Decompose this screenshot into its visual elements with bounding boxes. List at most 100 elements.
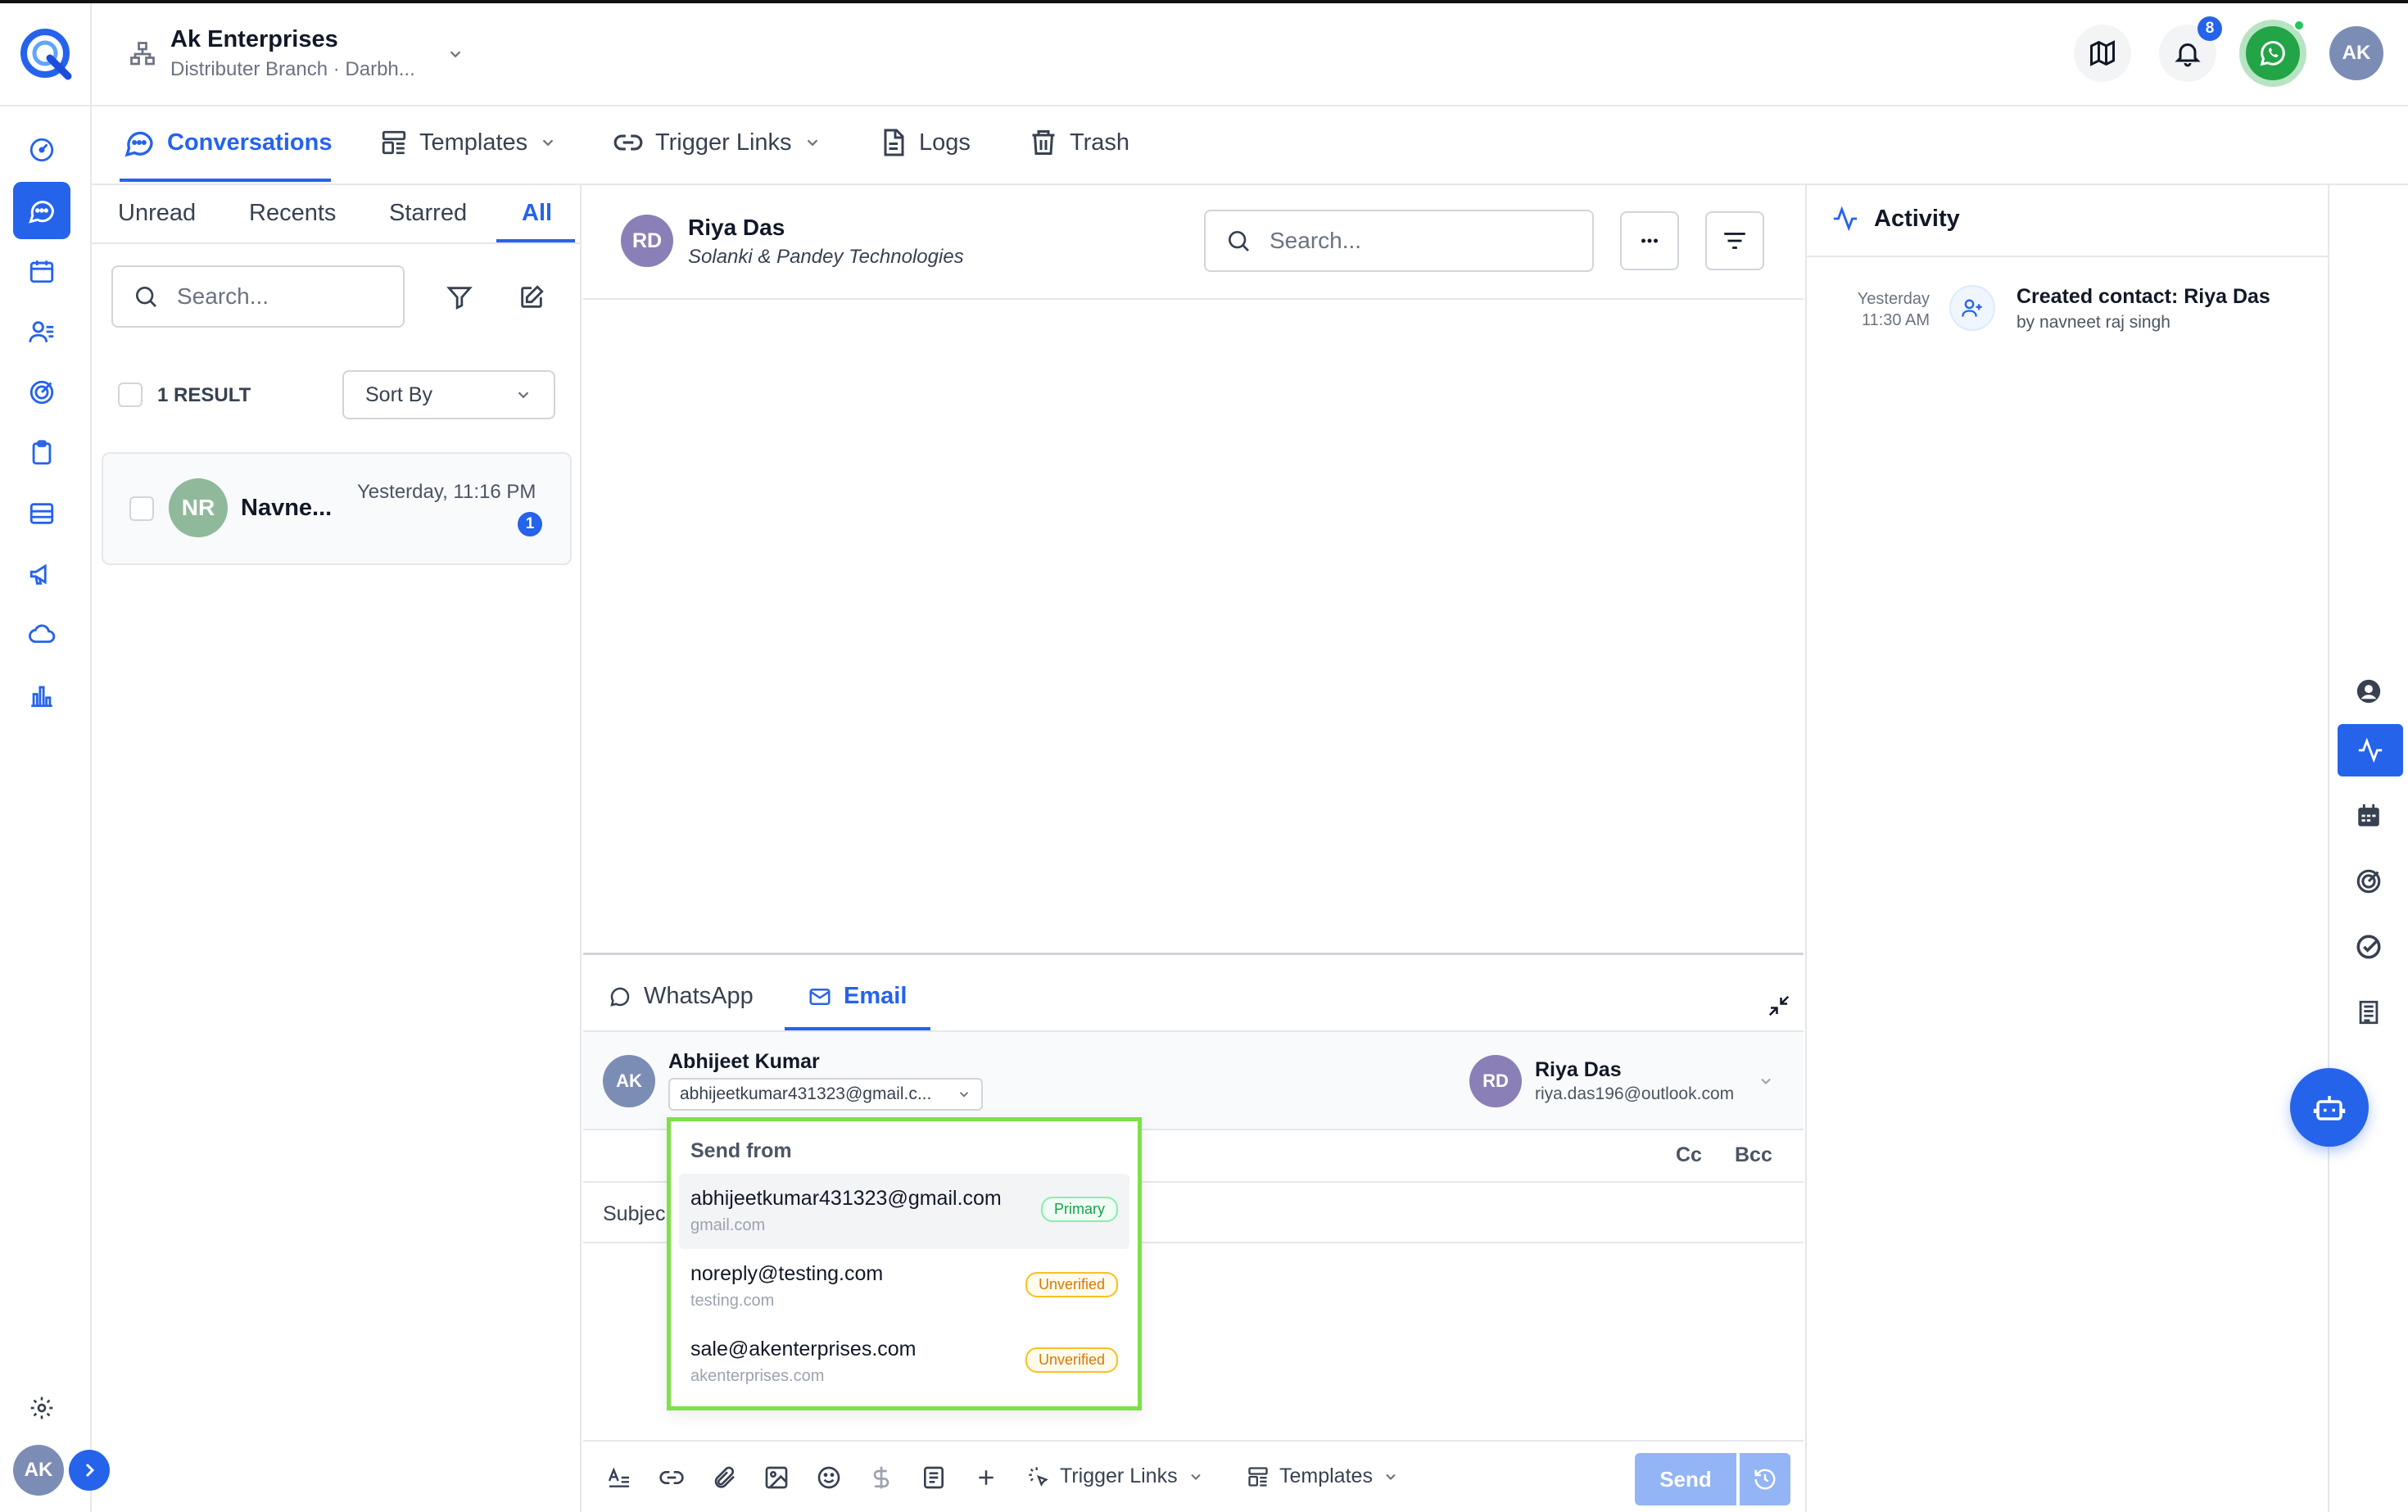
contact-profile-icon[interactable] xyxy=(2344,667,2393,716)
conversations-nav-icon[interactable] xyxy=(13,182,70,239)
tab-logs[interactable]: Logs xyxy=(878,103,971,182)
document-icon xyxy=(884,129,904,156)
send-from-option-domain: testing.com xyxy=(690,1292,775,1310)
tab-trigger-links[interactable]: Trigger Links xyxy=(613,103,822,182)
plus-icon[interactable] xyxy=(970,1461,1003,1494)
collapse-composer-button[interactable] xyxy=(1763,989,1795,1022)
primary-badge: Primary xyxy=(1041,1197,1118,1222)
composer-tab-email[interactable]: Email xyxy=(808,983,907,1010)
message-area xyxy=(583,300,1804,955)
conversation-search-input[interactable]: Search... xyxy=(111,265,405,328)
settings-nav-icon[interactable] xyxy=(13,1379,70,1437)
template-icon xyxy=(1248,1466,1268,1487)
conversation-checkbox[interactable] xyxy=(129,496,154,521)
more-options-button[interactable] xyxy=(1620,211,1679,270)
composer-templates-button[interactable]: Templates xyxy=(1247,1464,1399,1488)
reports-nav-icon[interactable] xyxy=(13,667,70,724)
email-tab-label: Email xyxy=(844,983,908,1009)
map-button[interactable] xyxy=(2074,25,2131,82)
send-from-option[interactable]: noreply@testing.com testing.com Unverifi… xyxy=(679,1249,1129,1324)
dollar-icon[interactable] xyxy=(865,1461,898,1494)
schedule-send-button[interactable] xyxy=(1740,1453,1790,1505)
activity-time: 11:30 AM xyxy=(1861,311,1930,329)
send-from-option[interactable]: abhijeetkumar431323@gmail.com gmail.com … xyxy=(679,1174,1129,1249)
unread-badge: 1 xyxy=(518,512,542,536)
ai-bot-button[interactable] xyxy=(2290,1068,2369,1147)
compose-button[interactable] xyxy=(513,278,550,316)
search-placeholder: Search... xyxy=(177,283,269,309)
select-all-checkbox[interactable] xyxy=(118,383,143,407)
calendar-nav-icon[interactable] xyxy=(13,242,70,300)
tab-trash[interactable]: Trash xyxy=(1029,103,1129,182)
logo-area xyxy=(0,3,92,106)
divider xyxy=(92,242,582,244)
insert-link-icon[interactable] xyxy=(655,1461,688,1494)
bcc-button[interactable]: Bcc xyxy=(1735,1143,1772,1167)
activity-text: Created contact: Riya Das xyxy=(2016,285,2270,308)
send-from-dropdown: Send from abhijeetkumar431323@gmail.com … xyxy=(667,1117,1142,1410)
notes-rail-icon[interactable] xyxy=(2344,988,2393,1037)
sort-by-select[interactable]: Sort By xyxy=(342,370,555,419)
filter-tab-all[interactable]: All xyxy=(522,200,552,227)
tab-conversations[interactable]: Conversations xyxy=(123,103,332,182)
chevron-down-icon xyxy=(518,392,529,399)
text-format-icon[interactable] xyxy=(603,1461,636,1494)
sender-name: Abhijeet Kumar xyxy=(668,1050,820,1073)
more-horizontal-icon xyxy=(1641,238,1658,243)
emoji-icon[interactable] xyxy=(812,1461,845,1494)
app-logo-icon[interactable] xyxy=(17,25,75,83)
send-from-option[interactable]: sale@akenterprises.com akenterprises.com… xyxy=(679,1324,1129,1400)
filter-tab-unread[interactable]: Unread xyxy=(118,200,196,227)
dashboard-nav-icon[interactable] xyxy=(13,121,70,179)
trash-icon xyxy=(1032,130,1055,155)
form-icon[interactable] xyxy=(917,1461,950,1494)
send-button[interactable]: Send xyxy=(1635,1453,1736,1505)
company-branch: Distributer Branch · Darbh... xyxy=(170,58,415,80)
contacts-nav-icon[interactable] xyxy=(13,303,70,360)
template-icon xyxy=(382,130,406,155)
user-avatar[interactable]: AK xyxy=(13,1445,64,1496)
recipient-email: riya.das196@outlook.com xyxy=(1535,1084,1735,1103)
chevron-down-icon xyxy=(542,139,554,147)
active-tab-underline xyxy=(120,179,331,182)
company-switch-chevron-icon[interactable] xyxy=(442,41,468,67)
tab-trash-label: Trash xyxy=(1070,129,1130,156)
chat-search-input[interactable]: Search... xyxy=(1204,210,1594,272)
sparkle-cursor-icon xyxy=(1029,1466,1048,1487)
filter-button[interactable] xyxy=(441,278,478,316)
tab-templates[interactable]: Templates xyxy=(380,103,557,182)
composer-trigger-links-button[interactable]: Trigger Links xyxy=(1027,1464,1204,1488)
contact-name[interactable]: Riya Das xyxy=(688,215,785,241)
composer-tab-whatsapp[interactable]: WhatsApp xyxy=(608,983,754,1010)
top-header xyxy=(92,3,2408,106)
notification-count-badge: 8 xyxy=(2198,16,2222,41)
company-name[interactable]: Ak Enterprises xyxy=(170,26,338,53)
calendar-rail-icon[interactable] xyxy=(2344,791,2393,840)
filter-tab-starred[interactable]: Starred xyxy=(389,200,467,227)
conversation-avatar: NR xyxy=(169,478,228,537)
attachment-icon[interactable] xyxy=(708,1461,740,1494)
cloud-nav-icon[interactable] xyxy=(13,606,70,663)
minimize-icon xyxy=(1768,995,1790,1016)
tasks-rail-icon[interactable] xyxy=(2344,922,2393,971)
cc-button[interactable]: Cc xyxy=(1676,1143,1702,1167)
send-from-option-email: noreply@testing.com xyxy=(690,1262,884,1285)
send-from-select[interactable]: abhijeetkumar431323@gmail.c... xyxy=(668,1078,983,1111)
online-status-dot xyxy=(2293,20,2305,31)
filter-icon xyxy=(446,287,473,310)
tasks-nav-icon[interactable] xyxy=(13,424,70,482)
chat-filter-button[interactable] xyxy=(1705,211,1764,270)
activity-rail-icon[interactable] xyxy=(2338,724,2403,776)
filter-tab-recents[interactable]: Recents xyxy=(249,200,336,227)
image-icon[interactable] xyxy=(760,1461,793,1494)
chevron-down-icon xyxy=(959,1092,969,1098)
opportunities-nav-icon[interactable] xyxy=(13,364,70,421)
sites-nav-icon[interactable] xyxy=(13,485,70,542)
recipient-dropdown-button[interactable] xyxy=(1754,1070,1777,1093)
chevron-down-icon xyxy=(1761,1078,1771,1084)
recipient-avatar: RD xyxy=(1469,1055,1522,1107)
opportunity-rail-icon[interactable] xyxy=(2344,857,2393,906)
marketing-nav-icon[interactable] xyxy=(13,545,70,603)
tab-templates-label: Templates xyxy=(419,129,528,156)
header-user-avatar[interactable]: AK xyxy=(2329,26,2383,80)
